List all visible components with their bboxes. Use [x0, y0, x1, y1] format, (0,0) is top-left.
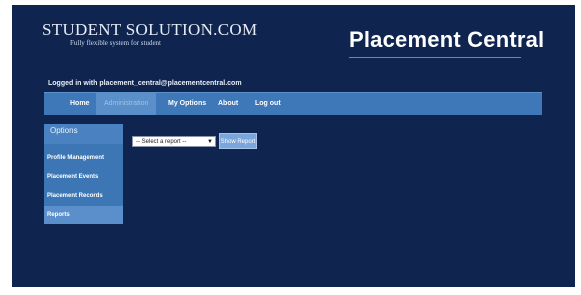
nav-log-out[interactable]: Log out: [247, 93, 289, 115]
nav-about[interactable]: About: [210, 93, 246, 115]
brand-name: STUDENT SOLUTION.COM: [42, 20, 258, 39]
options-sidebar: Options Profile Management Placement Eve…: [44, 124, 123, 224]
app-frame: STUDENT SOLUTION.COM Fully flexible syst…: [12, 5, 575, 287]
main-nav: Home Administration My Options About Log…: [44, 92, 542, 115]
chevron-down-icon: ▼: [207, 139, 213, 145]
brand-logo: STUDENT SOLUTION.COM Fully flexible syst…: [42, 21, 257, 47]
sidebar-item-reports[interactable]: Reports: [44, 206, 123, 224]
sidebar-heading: Options: [44, 124, 123, 144]
sidebar-item-placement-events[interactable]: Placement Events: [44, 168, 123, 186]
brand-tagline: Fully flexible system for student: [70, 39, 161, 47]
site-title: Placement Central: [349, 27, 545, 52]
nav-my-options[interactable]: My Options: [160, 93, 214, 115]
logged-in-status: Logged in with placement_central@placeme…: [48, 80, 242, 87]
nav-administration[interactable]: Administration: [96, 93, 157, 115]
sidebar-item-placement-records[interactable]: Placement Records: [44, 187, 123, 205]
report-select[interactable]: -- Select a report -- ▼: [132, 136, 216, 147]
title-divider: [349, 57, 521, 58]
report-select-value: -- Select a report --: [136, 139, 187, 145]
show-report-button[interactable]: Show Report: [219, 133, 257, 149]
nav-home[interactable]: Home: [62, 93, 97, 115]
sidebar-item-profile-management[interactable]: Profile Management: [44, 149, 123, 167]
